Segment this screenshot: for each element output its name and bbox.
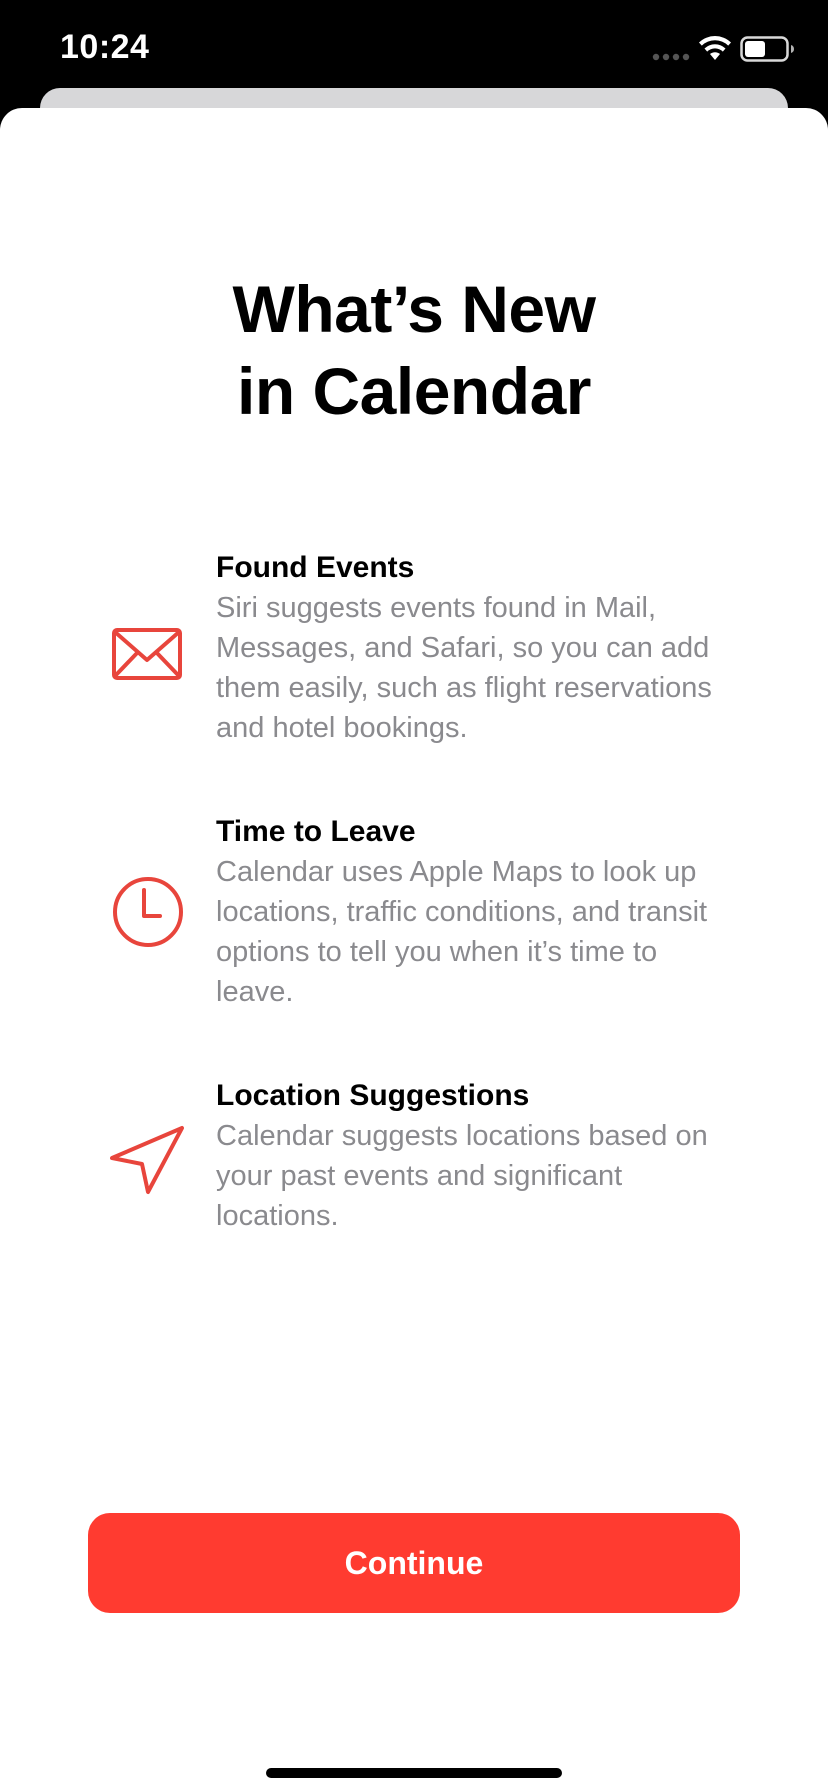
location-arrow-icon: [110, 1126, 184, 1194]
home-indicator[interactable]: [266, 1768, 562, 1778]
title-line-1: What’s New: [232, 272, 596, 346]
feature-title: Location Suggestions: [216, 1079, 530, 1112]
continue-button[interactable]: Continue: [88, 1513, 740, 1613]
screen: 10:24 What’s New in Calendar Found Event…: [0, 0, 828, 1792]
status-bar: 10:24: [0, 0, 828, 100]
envelope-icon: [112, 628, 182, 680]
whats-new-sheet: What’s New in Calendar Found Events Siri…: [0, 108, 828, 1792]
feature-title: Found Events: [216, 551, 415, 584]
title-line-2: in Calendar: [237, 354, 591, 428]
clock-icon: [113, 877, 183, 947]
feature-title: Time to Leave: [216, 815, 416, 848]
feature-description: Calendar uses Apple Maps to look up loca…: [216, 856, 708, 1008]
page-title: What’s New in Calendar: [0, 268, 828, 432]
feature-description: Siri suggests events found in Mail, Mess…: [216, 592, 712, 744]
signal-icon: [652, 53, 690, 61]
feature-description: Calendar suggests locations based on you…: [216, 1120, 708, 1232]
battery-icon: [740, 36, 794, 62]
status-time: 10:24: [60, 28, 150, 66]
wifi-icon: [699, 36, 731, 60]
